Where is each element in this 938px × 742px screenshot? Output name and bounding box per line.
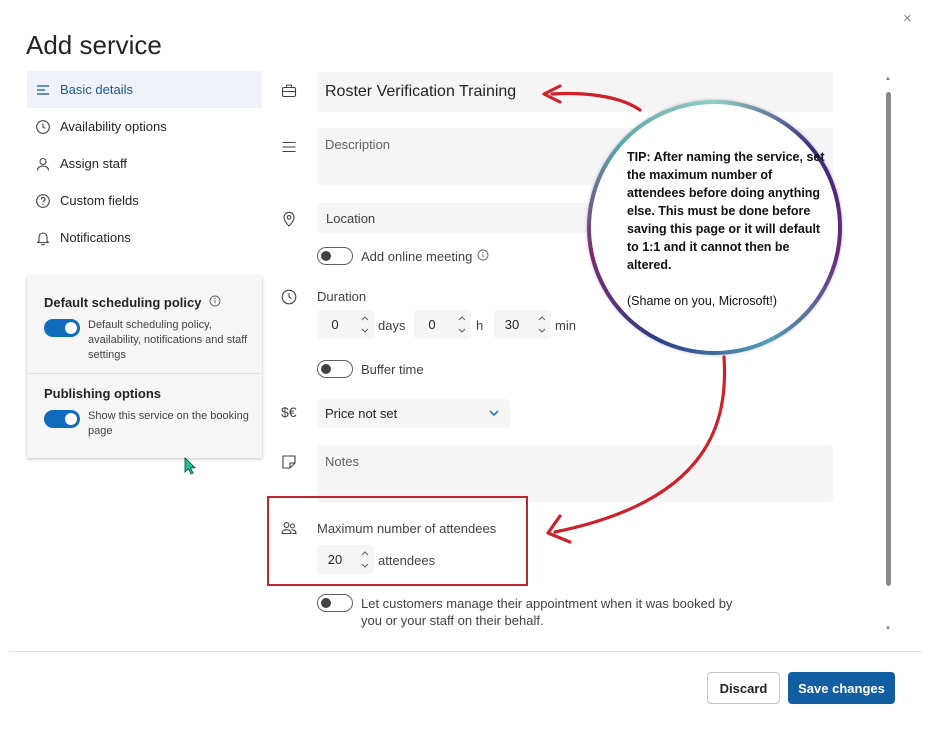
add-service-dialog: × Add service Basic details Availability… — [10, 6, 922, 721]
notes-input[interactable]: Notes — [317, 445, 833, 502]
nav-item-custom-fields[interactable]: Custom fields — [27, 182, 262, 219]
sticky-note-icon — [280, 453, 298, 471]
default-policy-toggle[interactable] — [44, 319, 80, 337]
info-icon[interactable] — [209, 295, 221, 310]
manage-appointment-toggle[interactable] — [317, 594, 353, 612]
online-meeting-row: Add online meeting — [317, 247, 489, 265]
nav-item-label: Availability options — [60, 119, 167, 134]
duration-minutes-stepper[interactable]: 30 — [494, 310, 551, 339]
duration-label: Duration — [317, 289, 367, 304]
info-icon[interactable] — [477, 249, 489, 264]
nav-item-assign-staff[interactable]: Assign staff — [27, 145, 262, 182]
currency-icon: $€ — [281, 404, 297, 420]
policy-card: Default scheduling policy Default schedu… — [27, 276, 262, 458]
location-input[interactable]: Location — [317, 203, 597, 233]
tip-note: (Shame on you, Microsoft!) — [627, 294, 778, 308]
chevron-down-icon — [489, 410, 499, 416]
mouse-cursor-icon — [184, 457, 196, 475]
tip-text: TIP: After naming the service, set the m… — [627, 150, 825, 272]
nav-item-basic-details[interactable]: Basic details — [27, 71, 262, 108]
question-circle-icon — [35, 193, 51, 209]
page-title: Add service — [26, 30, 162, 60]
buffer-time-label: Buffer time — [361, 361, 424, 377]
publishing-section: Publishing options Show this service on … — [44, 386, 254, 439]
default-policy-section: Default scheduling policy Default schedu… — [44, 295, 254, 363]
nav-item-label: Custom fields — [60, 193, 139, 208]
highlight-box — [267, 496, 528, 586]
footer-divider — [10, 651, 922, 652]
discard-button[interactable]: Discard — [707, 672, 780, 704]
close-icon[interactable]: × — [903, 10, 912, 27]
manage-appointment-label: Let customers manage their appointment w… — [361, 596, 733, 628]
online-meeting-label: Add online meeting — [361, 248, 473, 264]
duration-days-stepper[interactable]: 0 — [317, 310, 374, 339]
online-meeting-toggle[interactable] — [317, 247, 353, 265]
scroll-down-icon[interactable]: ▼ — [885, 626, 891, 632]
duration-hours-stepper[interactable]: 0 — [414, 310, 471, 339]
max-attendees-label: Maximum number of attendees — [317, 521, 497, 536]
duration-minutes-value: 30 — [504, 317, 520, 332]
publishing-toggle[interactable] — [44, 410, 80, 428]
price-dropdown[interactable]: Price not set — [317, 399, 510, 428]
duration-days-unit: days — [378, 318, 406, 333]
buffer-time-toggle[interactable] — [317, 360, 353, 378]
stepper-arrows-icon[interactable] — [457, 313, 467, 336]
max-attendees-value: 20 — [327, 552, 343, 567]
scrollbar-thumb[interactable] — [886, 92, 891, 586]
nav-item-label: Notifications — [60, 230, 131, 245]
duration-hours-value: 0 — [428, 317, 436, 332]
publishing-title: Publishing options — [44, 386, 161, 401]
max-attendees-stepper[interactable]: 20 — [317, 545, 374, 574]
duration-days-value: 0 — [331, 317, 339, 332]
buffer-time-row: Buffer time — [317, 360, 424, 378]
briefcase-icon — [280, 82, 298, 100]
stepper-arrows-icon[interactable] — [360, 313, 370, 336]
lines-icon — [35, 82, 51, 98]
clock-icon — [35, 119, 51, 135]
stepper-arrows-icon[interactable] — [360, 548, 370, 571]
stepper-arrows-icon[interactable] — [537, 313, 547, 336]
nav-item-label: Assign staff — [60, 156, 127, 171]
manage-appointment-row — [317, 594, 353, 612]
text-lines-icon — [280, 138, 298, 156]
nav-item-label: Basic details — [60, 82, 133, 97]
divider — [27, 373, 262, 374]
clock-icon — [280, 288, 298, 306]
max-attendees-unit: attendees — [378, 553, 436, 568]
person-icon — [35, 156, 51, 172]
duration-hours-unit: h — [476, 318, 484, 333]
location-pin-icon — [280, 210, 298, 228]
sidebar-nav: Basic details Availability options Assig… — [27, 71, 262, 256]
default-policy-desc: Default scheduling policy, availability,… — [88, 319, 248, 361]
nav-item-notifications[interactable]: Notifications — [27, 219, 262, 256]
nav-item-availability-options[interactable]: Availability options — [27, 108, 262, 145]
save-changes-button[interactable]: Save changes — [788, 672, 895, 704]
bell-icon — [35, 230, 51, 246]
duration-minutes-unit: min — [555, 318, 576, 333]
publishing-desc: Show this service on the booking page — [88, 410, 249, 437]
default-policy-title: Default scheduling policy — [44, 295, 202, 310]
price-value: Price not set — [325, 406, 398, 421]
people-icon — [280, 519, 298, 537]
